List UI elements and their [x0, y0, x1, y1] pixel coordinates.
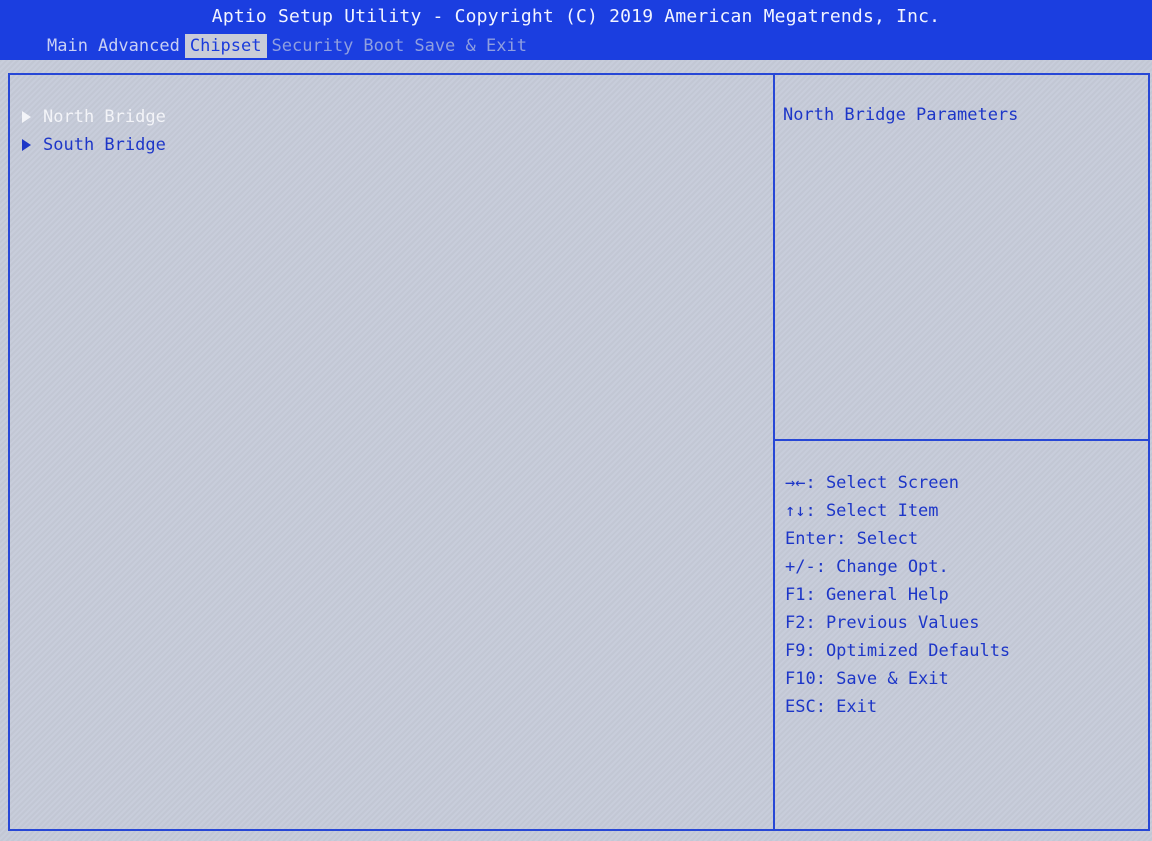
- bios-header: Aptio Setup Utility - Copyright (C) 2019…: [0, 0, 1152, 60]
- key-hint-general-help: F1: General Help: [785, 585, 949, 605]
- help-divider: [775, 439, 1148, 441]
- tab-security[interactable]: Security: [267, 34, 359, 58]
- tab-main[interactable]: Main: [42, 34, 93, 58]
- key-legend: →←: Select Screen ↑↓: Select Item Enter:…: [785, 469, 1010, 721]
- key-hint-select-screen: →←: Select Screen: [785, 473, 959, 493]
- key-hint-previous-values: F2: Previous Values: [785, 613, 980, 633]
- main-panel: North Bridge South Bridge North Bridge P…: [0, 60, 1152, 841]
- tab-boot[interactable]: Boot: [358, 34, 409, 58]
- chipset-menu: North Bridge South Bridge: [20, 103, 166, 159]
- tab-chipset[interactable]: Chipset: [184, 34, 267, 58]
- bios-title: Aptio Setup Utility - Copyright (C) 2019…: [211, 6, 941, 27]
- key-hint-enter: Enter: Select: [785, 529, 919, 549]
- panel-frame: North Bridge South Bridge North Bridge P…: [8, 73, 1150, 831]
- submenu-arrow-icon: [22, 111, 31, 123]
- tab-bar: Main Advanced Chipset Security Boot Save…: [42, 34, 532, 58]
- key-hint-esc-exit: ESC: Exit: [785, 697, 878, 717]
- menu-item-north-bridge[interactable]: North Bridge: [20, 103, 166, 131]
- key-hint-select-item: ↑↓: Select Item: [785, 501, 939, 521]
- vertical-divider: [773, 75, 775, 829]
- tab-advanced[interactable]: Advanced: [93, 34, 185, 58]
- menu-item-label: North Bridge: [43, 107, 166, 127]
- key-hint-save-exit: F10: Save & Exit: [785, 669, 949, 689]
- item-help-description: North Bridge Parameters: [783, 105, 1019, 125]
- menu-item-label: South Bridge: [43, 135, 166, 155]
- tab-save-exit[interactable]: Save & Exit: [409, 34, 532, 58]
- menu-item-south-bridge[interactable]: South Bridge: [20, 131, 166, 159]
- key-hint-change-opt: +/-: Change Opt.: [785, 557, 949, 577]
- key-hint-optimized-defaults: F9: Optimized Defaults: [785, 641, 1011, 661]
- submenu-arrow-icon: [22, 139, 31, 151]
